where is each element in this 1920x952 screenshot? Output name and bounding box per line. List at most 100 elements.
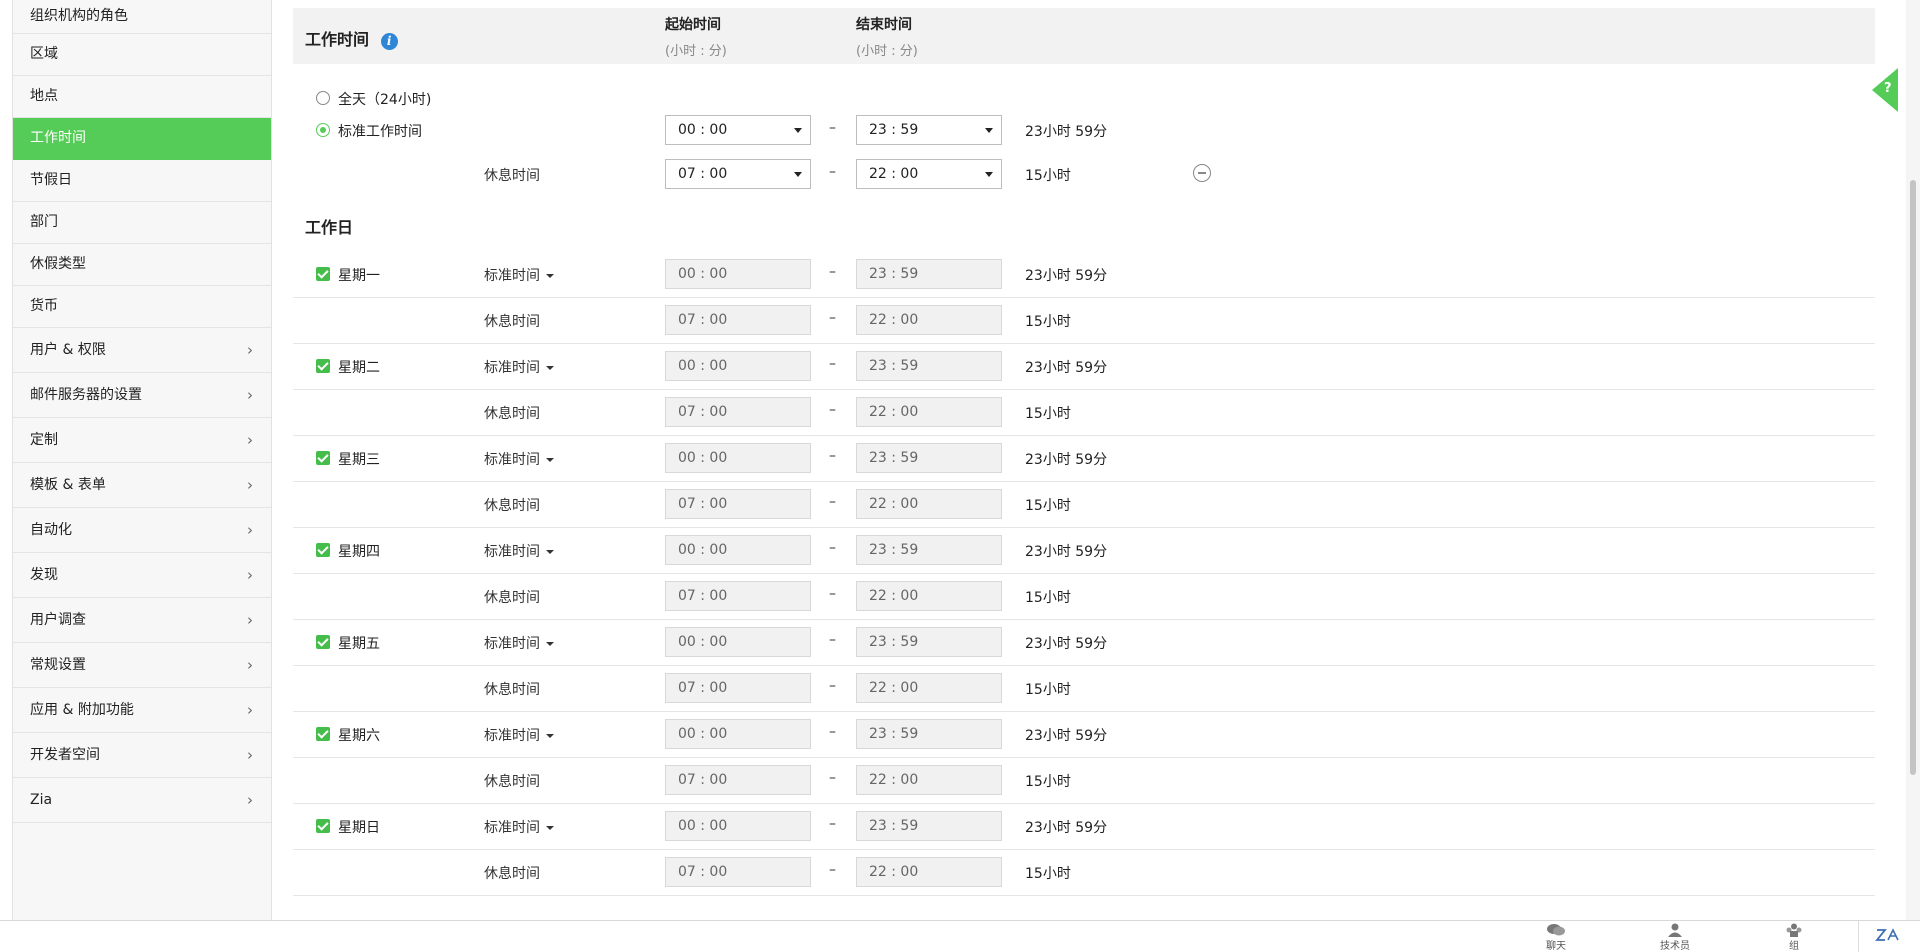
sidebar-group-users-permissions[interactable]: 用户 & 权限 › <box>13 328 271 373</box>
standard-duration: 23小时 59分 <box>1025 124 1108 140</box>
day-break-end-field[interactable]: 22 : 00 <box>856 673 1002 703</box>
sidebar-group-customization[interactable]: 定制 › <box>13 418 271 463</box>
day-break-start-field[interactable]: 07 : 00 <box>665 397 811 427</box>
sidebar-item-holidays[interactable]: 节假日 <box>13 160 271 202</box>
day-mode-dropdown[interactable]: 标准时间 <box>484 449 554 469</box>
day-start-field[interactable]: 00 : 00 <box>665 351 811 381</box>
day-break-start-field[interactable]: 07 : 00 <box>665 857 811 887</box>
day-start-field[interactable]: 00 : 00 <box>665 811 811 841</box>
sidebar-item-location[interactable]: 地点 <box>13 76 271 118</box>
day-checkbox[interactable] <box>316 543 330 557</box>
sidebar-group-discovery[interactable]: 发现 › <box>13 553 271 598</box>
sidebar-item-label: 区域 <box>30 46 58 62</box>
sidebar-group-zia[interactable]: Zia › <box>13 778 271 823</box>
sidebar-group-automation[interactable]: 自动化 › <box>13 508 271 553</box>
day-start-field[interactable]: 00 : 00 <box>665 259 811 289</box>
day-break-end-field[interactable]: 22 : 00 <box>856 305 1002 335</box>
chevron-right-icon: › <box>247 341 253 359</box>
day-break-end-field[interactable]: 22 : 00 <box>856 857 1002 887</box>
standard-hours-radio[interactable] <box>316 123 330 137</box>
day-break-start-field[interactable]: 07 : 00 <box>665 581 811 611</box>
day-start-field[interactable]: 00 : 00 <box>665 443 811 473</box>
sidebar-item-currency[interactable]: 货币 <box>13 286 271 328</box>
sidebar-item-region[interactable]: 区域 <box>13 34 271 76</box>
day-end-field[interactable]: 23 : 59 <box>856 719 1002 749</box>
day-break-end-field[interactable]: 22 : 00 <box>856 765 1002 795</box>
standard-start-select[interactable]: 00 : 00 <box>665 115 811 145</box>
range-dash: – <box>829 724 836 740</box>
day-end-field[interactable]: 23 : 59 <box>856 535 1002 565</box>
sidebar-group-user-survey[interactable]: 用户调查 › <box>13 598 271 643</box>
day-end-field[interactable]: 23 : 59 <box>856 259 1002 289</box>
day-checkbox[interactable] <box>316 727 330 741</box>
day-checkbox[interactable] <box>316 359 330 373</box>
day-mode-dropdown[interactable]: 标准时间 <box>484 633 554 653</box>
day-break-start-field[interactable]: 07 : 00 <box>665 305 811 335</box>
sidebar-group-developer-space[interactable]: 开发者空间 › <box>13 733 271 778</box>
day-mode-dropdown[interactable]: 标准时间 <box>484 725 554 745</box>
day-break-start-field[interactable]: 07 : 00 <box>665 765 811 795</box>
day-break-end-field[interactable]: 22 : 00 <box>856 489 1002 519</box>
chevron-right-icon: › <box>247 521 253 539</box>
day-mode-dropdown[interactable]: 标准时间 <box>484 357 554 377</box>
sidebar-group-templates-forms[interactable]: 模板 & 表单 › <box>13 463 271 508</box>
group-label: 组 <box>1789 941 1799 952</box>
sidebar-item-work-hours[interactable]: 工作时间 <box>13 118 271 160</box>
day-break-label: 休息时间 <box>484 314 540 330</box>
day-mode-dropdown[interactable]: 标准时间 <box>484 265 554 285</box>
day-end-field[interactable]: 23 : 59 <box>856 443 1002 473</box>
sidebar-item-leave-types[interactable]: 休假类型 <box>13 244 271 286</box>
technician-button[interactable]: 技术员 <box>1645 923 1705 952</box>
break-start-select[interactable]: 07 : 00 <box>665 159 811 189</box>
scrollbar-thumb[interactable] <box>1910 180 1916 775</box>
standard-hours-label: 标准工作时间 <box>338 124 422 140</box>
day-mode-dropdown[interactable]: 标准时间 <box>484 817 554 837</box>
day-start-field[interactable]: 00 : 00 <box>665 719 811 749</box>
day-start-field[interactable]: 00 : 00 <box>665 535 811 565</box>
day-duration: 23小时 59分 <box>1025 360 1108 376</box>
sidebar-group-apps-addons[interactable]: 应用 & 附加功能 › <box>13 688 271 733</box>
day-break-start-field[interactable]: 07 : 00 <box>665 489 811 519</box>
caret-down-icon <box>546 274 554 278</box>
caret-down-icon <box>546 642 554 646</box>
row-divider <box>293 389 1875 390</box>
range-dash: – <box>829 448 836 464</box>
start-time-subheader: (小时 : 分) <box>665 44 727 59</box>
day-mode-dropdown[interactable]: 标准时间 <box>484 541 554 561</box>
break-end-select[interactable]: 22 : 00 <box>856 159 1002 189</box>
day-mode-label: 标准时间 <box>484 544 540 560</box>
range-dash: – <box>829 120 836 136</box>
sidebar-group-label: 应用 & 附加功能 <box>30 702 134 718</box>
day-checkbox[interactable] <box>316 819 330 833</box>
chat-button[interactable]: 聊天 <box>1526 923 1586 952</box>
info-icon[interactable]: i <box>380 33 398 50</box>
sidebar-item-org-roles[interactable]: 组织机构的角色 <box>13 0 271 34</box>
day-checkbox[interactable] <box>316 635 330 649</box>
day-break-start-field[interactable]: 07 : 00 <box>665 673 811 703</box>
select-value: 22 : 00 <box>869 166 919 182</box>
day-end-field[interactable]: 23 : 59 <box>856 627 1002 657</box>
standard-end-select[interactable]: 23 : 59 <box>856 115 1002 145</box>
day-end-field[interactable]: 23 : 59 <box>856 351 1002 381</box>
sidebar-group-mail-server[interactable]: 邮件服务器的设置 › <box>13 373 271 418</box>
help-tab[interactable]: ? <box>1872 68 1898 112</box>
day-break-label: 休息时间 <box>484 498 540 514</box>
zia-button[interactable] <box>1868 927 1908 943</box>
vertical-scrollbar[interactable] <box>1906 0 1920 920</box>
group-icon <box>1786 923 1802 937</box>
sidebar-group-general-settings[interactable]: 常规设置 › <box>13 643 271 688</box>
day-start-field[interactable]: 00 : 00 <box>665 627 811 657</box>
sidebar-item-departments[interactable]: 部门 <box>13 202 271 244</box>
day-duration: 23小时 59分 <box>1025 268 1108 284</box>
range-dash: – <box>829 494 836 510</box>
day-checkbox[interactable] <box>316 267 330 281</box>
day-duration: 23小时 59分 <box>1025 728 1108 744</box>
group-button[interactable]: 组 <box>1764 923 1824 952</box>
day-end-field[interactable]: 23 : 59 <box>856 811 1002 841</box>
day-break-end-field[interactable]: 22 : 00 <box>856 397 1002 427</box>
chevron-right-icon: › <box>247 386 253 404</box>
remove-break-button[interactable] <box>1193 164 1211 182</box>
day-checkbox[interactable] <box>316 451 330 465</box>
all-day-radio[interactable] <box>316 91 330 105</box>
day-break-end-field[interactable]: 22 : 00 <box>856 581 1002 611</box>
